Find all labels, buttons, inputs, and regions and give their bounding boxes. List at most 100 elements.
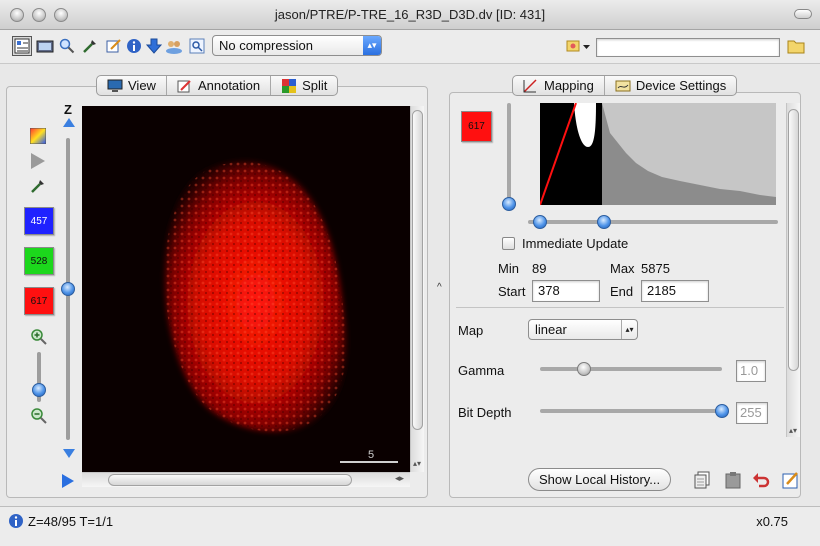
save-settings-icon[interactable] xyxy=(780,469,802,491)
settings-tabs: Mapping Device Settings xyxy=(512,75,738,96)
scroll-arrows-icon[interactable]: ▴▾ xyxy=(789,426,797,435)
gamma-slider-knob[interactable] xyxy=(576,362,591,376)
viewer-tabs: View Annotation Split xyxy=(96,75,339,96)
folder-icon[interactable] xyxy=(786,36,806,56)
compression-select[interactable]: No compression ▴▾ xyxy=(212,35,382,56)
range-end-knob[interactable] xyxy=(597,215,611,229)
map-select[interactable]: linear ▴▾ xyxy=(528,319,638,340)
bitdepth-label: Bit Depth xyxy=(458,405,512,420)
min-label: Min xyxy=(498,261,519,276)
cell-image: 5 xyxy=(82,106,410,472)
image-canvas[interactable]: 5 xyxy=(82,106,410,472)
channel-button-617[interactable]: 617 xyxy=(24,287,54,315)
canvas-vertical-scrollbar[interactable]: ▴▾ xyxy=(410,106,424,472)
tab-mapping-label: Mapping xyxy=(544,78,594,93)
canvas-horizontal-scroll-thumb[interactable] xyxy=(108,474,352,486)
pipette-icon[interactable] xyxy=(30,178,46,197)
z-label: Z xyxy=(64,102,72,117)
split-collapse-icon[interactable]: ^ xyxy=(437,282,442,293)
undo-icon[interactable] xyxy=(750,469,772,491)
users-icon[interactable] xyxy=(164,36,184,56)
zoom-out-icon[interactable] xyxy=(30,407,48,428)
range-slider-track[interactable] xyxy=(528,220,778,224)
toolbar-toggle-button[interactable] xyxy=(794,9,812,19)
monitor-icon xyxy=(107,79,123,93)
zoom-slider-knob[interactable] xyxy=(32,383,46,397)
canvas-vertical-scroll-thumb[interactable] xyxy=(412,110,423,430)
channel-button-457[interactable]: 457 xyxy=(24,207,54,235)
bitdepth-slider-knob[interactable] xyxy=(715,404,729,418)
chevron-updown-icon: ▴▾ xyxy=(621,320,637,339)
map-value: linear xyxy=(535,322,567,337)
render-mode-icon[interactable] xyxy=(12,36,32,56)
mapping-icon xyxy=(523,78,539,93)
find-icon[interactable] xyxy=(187,36,207,56)
edit-icon[interactable] xyxy=(104,36,124,56)
channel-label-457: 457 xyxy=(30,215,48,227)
toolbar: No compression ▴▾ xyxy=(0,30,820,64)
info-icon xyxy=(8,513,24,532)
z-slider-knob[interactable] xyxy=(61,282,75,296)
immediate-update-checkbox[interactable] xyxy=(502,237,515,250)
max-value: 5875 xyxy=(641,261,670,276)
compression-value: No compression xyxy=(219,38,313,53)
gamma-slider-track[interactable] xyxy=(540,367,722,371)
pipette-icon[interactable] xyxy=(80,36,100,56)
color-picker-icon[interactable] xyxy=(29,127,47,147)
canvas-horizontal-scrollbar[interactable]: ◂▸ xyxy=(82,472,410,487)
play-icon[interactable] xyxy=(31,153,45,169)
channel-label-617: 617 xyxy=(30,295,48,307)
start-label: Start xyxy=(498,284,526,299)
device-settings-icon xyxy=(615,79,631,93)
chevron-updown-icon: ▴▾ xyxy=(363,36,381,55)
end-input[interactable]: 2185 xyxy=(641,280,709,302)
bitdepth-slider-track[interactable] xyxy=(540,409,722,413)
zoom-level: x0.75 xyxy=(756,514,788,529)
tab-annotation-label: Annotation xyxy=(197,78,261,93)
scroll-arrows-horizontal-icon[interactable]: ◂▸ xyxy=(395,473,404,484)
tab-split[interactable]: Split xyxy=(271,76,337,95)
gamma-label: Gamma xyxy=(458,363,505,378)
z-up-arrow-icon[interactable] xyxy=(63,118,75,127)
tab-view-label: View xyxy=(128,78,156,93)
zoom-in-icon[interactable] xyxy=(30,328,48,349)
tab-mapping[interactable]: Mapping xyxy=(513,76,605,95)
settings-vertical-scrollbar[interactable]: ▴▾ xyxy=(786,103,800,437)
title-bar: jason/PTRE/P-TRE_16_R3D_D3D.dv [ID: 431] xyxy=(0,0,820,30)
tab-split-label: Split xyxy=(302,78,328,93)
mapping-channel-label: 617 xyxy=(468,121,485,132)
end-label: End xyxy=(610,284,634,299)
annotation-icon xyxy=(177,79,193,93)
settings-scroll-thumb[interactable] xyxy=(788,109,799,371)
z-play-icon[interactable] xyxy=(62,474,74,488)
tab-device-settings[interactable]: Device Settings xyxy=(605,76,736,95)
intensity-slider-knob[interactable] xyxy=(502,197,516,211)
info-icon[interactable] xyxy=(124,36,144,56)
search-scope-icon[interactable] xyxy=(564,36,594,56)
tab-annotation[interactable]: Annotation xyxy=(167,76,272,95)
z-down-arrow-icon[interactable] xyxy=(63,449,75,458)
gamma-value: 1.0 xyxy=(736,360,766,382)
range-start-knob[interactable] xyxy=(533,215,547,229)
channel-button-617-mapping[interactable]: 617 xyxy=(461,111,492,142)
start-input[interactable]: 378 xyxy=(532,280,600,302)
intensity-slider-track[interactable] xyxy=(507,103,511,201)
zoom-icon[interactable] xyxy=(57,36,77,56)
channel-label-528: 528 xyxy=(30,255,48,267)
paste-icon[interactable] xyxy=(722,469,744,491)
histogram xyxy=(540,103,776,205)
divider xyxy=(456,307,784,308)
status-bar: Z=48/95 T=1/1 x0.75 xyxy=(0,506,820,546)
copy-icon[interactable] xyxy=(692,469,714,491)
show-local-history-button[interactable]: Show Local History... xyxy=(528,468,672,491)
tab-view[interactable]: View xyxy=(97,76,167,95)
mapping-content: 617 Immediate Update Min 89 Max 5875 Sta… xyxy=(456,103,784,437)
map-label: Map xyxy=(458,323,484,338)
movie-icon[interactable] xyxy=(35,36,55,56)
search-input[interactable] xyxy=(596,38,780,57)
max-label: Max xyxy=(610,261,635,276)
download-icon[interactable] xyxy=(144,36,164,56)
channel-button-528[interactable]: 528 xyxy=(24,247,54,275)
scroll-arrows-icon[interactable]: ▴▾ xyxy=(413,459,421,468)
tab-device-settings-label: Device Settings xyxy=(635,78,727,93)
